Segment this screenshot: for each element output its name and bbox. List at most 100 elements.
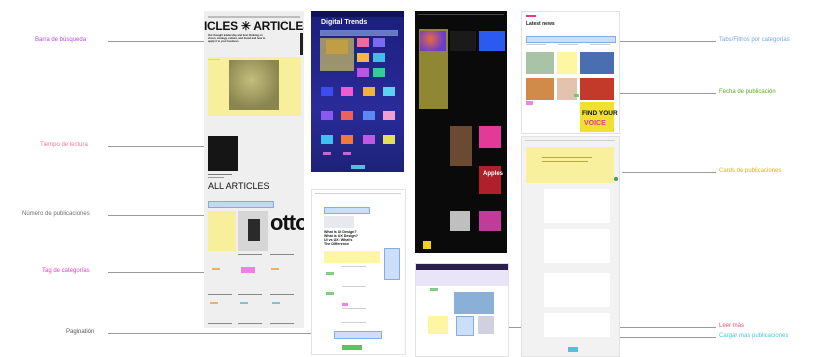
label-post-cards: Cards de publicaciones bbox=[719, 168, 782, 174]
category-tag bbox=[210, 302, 218, 304]
card-thumb bbox=[321, 135, 333, 144]
text-line bbox=[208, 59, 220, 60]
text-line bbox=[342, 308, 366, 309]
hero-band bbox=[416, 270, 508, 286]
card-thumb bbox=[363, 135, 375, 144]
search-bar[interactable] bbox=[320, 30, 398, 36]
search-bar[interactable] bbox=[324, 207, 370, 214]
page-title: Digital Trends bbox=[321, 19, 368, 26]
article-card-highlight bbox=[208, 211, 236, 251]
leader-line-post-count bbox=[108, 215, 208, 216]
label-category-tag: Tag de categorías bbox=[42, 268, 90, 274]
text-line bbox=[208, 177, 224, 178]
dark-feature-image bbox=[208, 136, 238, 171]
card-thumb bbox=[363, 111, 375, 120]
all-articles-title: ALL ARTICLES bbox=[208, 181, 270, 191]
label-publish-date: Fecha de publicación bbox=[719, 89, 776, 95]
text-line bbox=[208, 323, 232, 324]
category-tag-highlight[interactable] bbox=[241, 267, 255, 273]
poster-image bbox=[580, 102, 614, 132]
card-thumb bbox=[341, 87, 353, 96]
article-thumb bbox=[248, 219, 260, 241]
text-line bbox=[238, 254, 262, 255]
text-line bbox=[238, 294, 262, 295]
nav-bar bbox=[315, 193, 401, 194]
text-line bbox=[342, 322, 366, 323]
text-line bbox=[238, 323, 262, 324]
post-card bbox=[544, 313, 610, 337]
label-search-bar: Barra de búsqueda bbox=[35, 37, 87, 43]
card-thumb bbox=[357, 38, 369, 47]
card-thumb bbox=[420, 31, 446, 51]
reading-time-highlight bbox=[343, 152, 351, 155]
load-more-button[interactable] bbox=[351, 165, 365, 169]
text-line bbox=[542, 157, 592, 158]
card-thumb bbox=[357, 53, 369, 62]
date-highlight bbox=[326, 272, 334, 275]
leader-line-pagination bbox=[108, 333, 340, 334]
tag-highlight bbox=[342, 303, 348, 306]
card-thumb bbox=[423, 241, 431, 249]
card-thumb bbox=[373, 68, 385, 77]
card-thumb bbox=[526, 78, 554, 100]
card-thumb bbox=[450, 211, 470, 231]
card-thumb bbox=[383, 135, 395, 144]
leader-line-reading-time bbox=[108, 146, 210, 147]
text-line bbox=[208, 294, 232, 295]
post-card-highlight bbox=[557, 52, 577, 74]
pagination-button[interactable] bbox=[342, 345, 362, 350]
label-reading-time: Tiempo de lectura bbox=[40, 142, 88, 148]
post-card-highlight bbox=[428, 316, 448, 334]
post-card bbox=[544, 229, 610, 263]
category-tag bbox=[240, 302, 248, 304]
screenshot-recent-posts bbox=[415, 263, 509, 357]
nav-bar bbox=[418, 14, 504, 15]
card-thumb bbox=[479, 31, 505, 51]
post-card-highlight bbox=[526, 147, 614, 183]
label-post-count: Número de publicaciones bbox=[22, 211, 90, 217]
card-thumb bbox=[479, 126, 501, 148]
text-line bbox=[542, 161, 588, 162]
screenshot-articles-page: ICLES ✳ ARTICLES Our thought leadership … bbox=[204, 11, 304, 328]
text-line bbox=[342, 266, 366, 267]
tag-highlight bbox=[526, 101, 533, 105]
leader-line-tabs-filters bbox=[612, 41, 716, 42]
pagination-highlight[interactable] bbox=[334, 331, 382, 339]
card-thumb bbox=[373, 38, 385, 47]
screenshot-dark-grid: Apples bbox=[415, 11, 507, 253]
featured-image bbox=[454, 292, 494, 314]
card-thumb bbox=[580, 52, 614, 74]
page-title: Latest news bbox=[526, 21, 555, 27]
poster-text: VOICE bbox=[584, 120, 606, 127]
card-thumb bbox=[580, 78, 614, 100]
category-tag bbox=[272, 302, 280, 304]
card-thumb bbox=[363, 87, 375, 96]
post-card-blue bbox=[456, 316, 474, 336]
card-thumb bbox=[357, 68, 369, 77]
card-headline: Apples bbox=[483, 171, 504, 177]
label-load-more: Cargar más publicaciones bbox=[719, 333, 789, 339]
post-card bbox=[544, 273, 610, 307]
search-input[interactable] bbox=[300, 33, 303, 55]
text-line bbox=[590, 44, 610, 45]
date-highlight bbox=[326, 292, 334, 295]
text-line bbox=[270, 323, 294, 324]
date-highlight bbox=[574, 94, 579, 97]
screenshot-blog-list: What Is UI Design? What Is UX Design? UI… bbox=[311, 189, 406, 355]
nav-bar bbox=[525, 140, 615, 141]
load-more-button[interactable] bbox=[568, 347, 578, 352]
hero-subtitle: Our thought leadership and best thinking… bbox=[208, 34, 266, 43]
featured-photo bbox=[229, 60, 279, 110]
card-thumb bbox=[383, 111, 395, 120]
screenshot-post-list bbox=[521, 136, 620, 357]
card-thumb bbox=[450, 126, 472, 166]
label-read-more: Leer más bbox=[719, 323, 745, 329]
category-tag bbox=[212, 268, 220, 270]
featured-headline: What Is UI Design? What Is UX Design? UI… bbox=[324, 230, 358, 246]
hero-title: ICLES ✳ ARTICLES bbox=[204, 19, 304, 33]
category-tabs[interactable] bbox=[526, 36, 616, 43]
card-thumb bbox=[526, 52, 554, 74]
filter-bar[interactable] bbox=[208, 201, 274, 208]
card-thumb bbox=[321, 87, 333, 96]
text-line bbox=[526, 44, 546, 45]
